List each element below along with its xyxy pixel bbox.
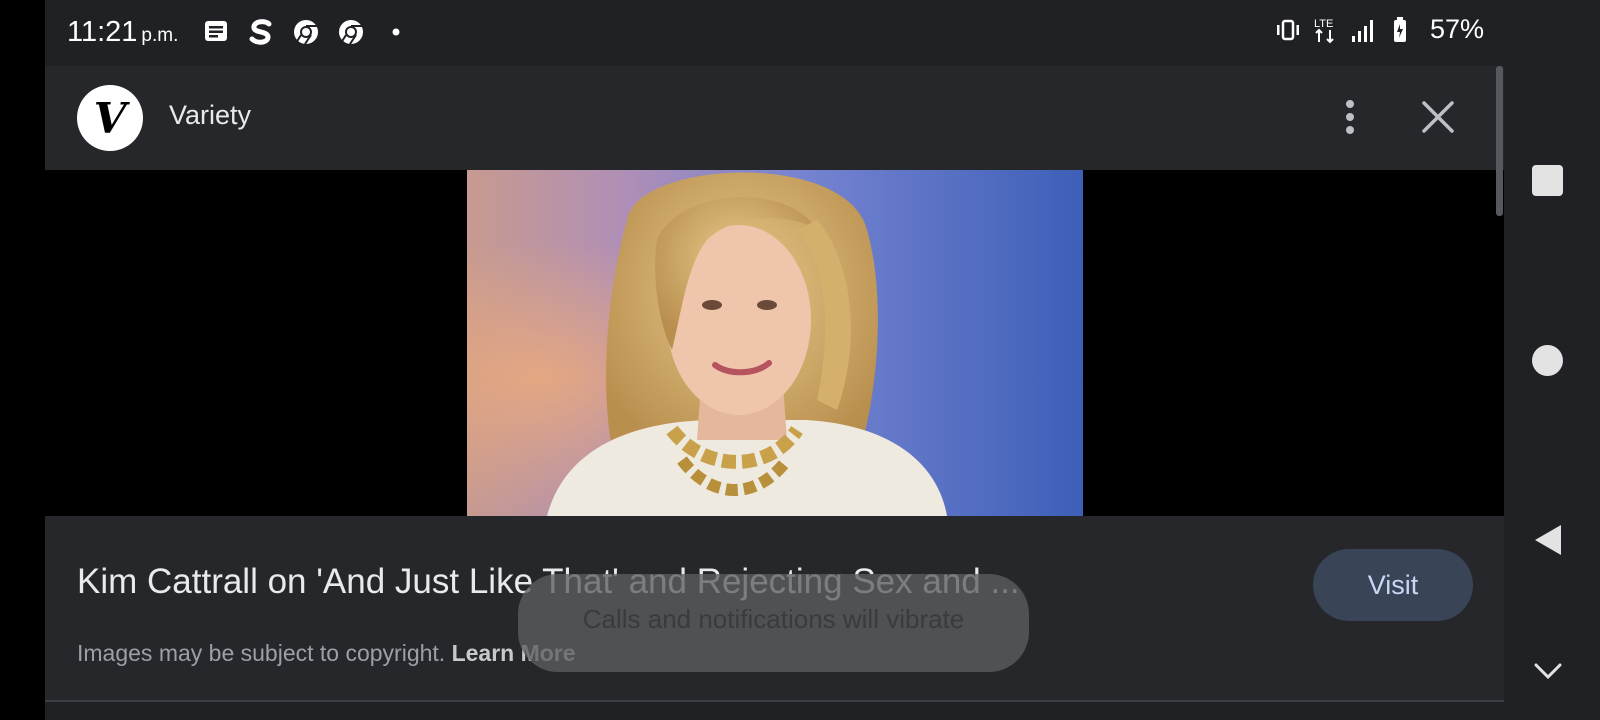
recents-button[interactable] (1532, 165, 1563, 196)
image-viewer-app: 11:21 p.m. LTE 57% V Variety Kim Cattral… (45, 0, 1504, 720)
status-time-ampm: p.m. (141, 25, 179, 46)
status-time: 11:21 p.m. (67, 16, 178, 49)
visit-button[interactable]: Visit (1313, 549, 1473, 621)
home-button[interactable] (1532, 345, 1563, 376)
site-logo[interactable]: V (77, 85, 143, 151)
s-app-icon (247, 18, 275, 46)
navigation-bar (1504, 0, 1600, 720)
vibrate-icon (1274, 16, 1302, 44)
more-options-button[interactable] (1330, 94, 1370, 140)
content-below (45, 702, 1504, 720)
battery-percent: 57% (1429, 14, 1484, 44)
article-photo[interactable] (467, 170, 1083, 516)
chrome-icon (337, 18, 365, 46)
hide-nav-button[interactable] (1532, 660, 1564, 682)
copyright-notice: Images may be subject to copyright. Lear… (77, 640, 576, 667)
status-time-value: 11:21 (67, 16, 138, 48)
back-icon (1535, 525, 1561, 555)
close-icon (1422, 101, 1454, 133)
status-bar: 11:21 p.m. LTE 57% (45, 0, 1504, 66)
battery-icon (1388, 16, 1416, 44)
signal-icon (1350, 16, 1378, 44)
chevron-down-icon (1534, 663, 1562, 680)
close-button[interactable] (1415, 94, 1461, 140)
back-button[interactable] (1532, 522, 1564, 558)
notification-icons (202, 18, 410, 46)
chrome-icon (292, 18, 320, 46)
messages-icon (202, 18, 230, 46)
scrollbar-thumb[interactable] (1496, 66, 1503, 216)
more-vert-icon (1346, 100, 1354, 108)
system-status-icons: LTE 57% (1274, 14, 1484, 45)
image-preview-area (45, 170, 1504, 516)
network-type-label: LTE (1314, 18, 1333, 30)
site-logo-letter: V (93, 93, 127, 143)
copyright-text: Images may be subject to copyright. (77, 640, 446, 666)
dot-icon (382, 18, 410, 46)
vibrate-toast: Calls and notifications will vibrate (518, 574, 1029, 672)
toast-text: Calls and notifications will vibrate (582, 603, 965, 634)
viewer-header: V Variety (45, 66, 1504, 170)
lte-icon: LTE (1312, 16, 1340, 44)
site-name[interactable]: Variety (169, 100, 251, 131)
